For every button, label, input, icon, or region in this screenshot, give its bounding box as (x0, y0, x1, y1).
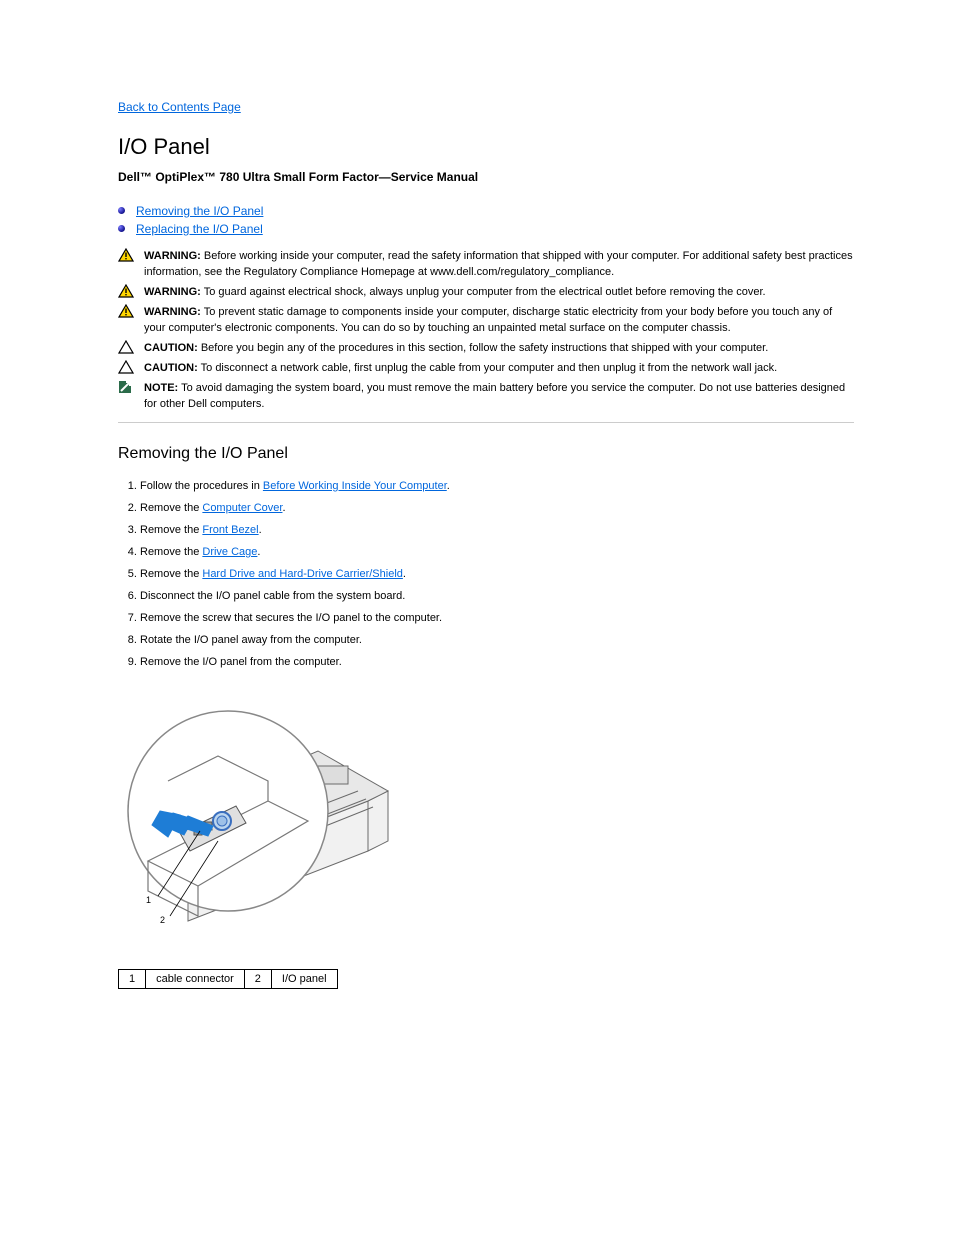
step-1-link[interactable]: Before Working Inside Your Computer (263, 480, 447, 492)
warning-1: WARNING: Before working inside your comp… (118, 248, 854, 280)
step-5-link[interactable]: Hard Drive and Hard-Drive Carrier/Shield (202, 568, 403, 580)
legend-1-text: cable connector (146, 970, 245, 989)
warning-icon (118, 304, 134, 318)
warning-3-text: To prevent static damage to components i… (144, 306, 832, 334)
step-2-link[interactable]: Computer Cover (202, 502, 282, 514)
warning-icon (118, 284, 134, 298)
legend-2-num: 2 (244, 970, 271, 989)
caution-icon (118, 360, 134, 374)
warning-1-label: WARNING: (144, 250, 201, 262)
toc-link-replacing[interactable]: Replacing the I/O Panel (136, 222, 263, 236)
section-removing-title: Removing the I/O Panel (118, 445, 854, 463)
caution-1-text: Before you begin any of the procedures i… (201, 342, 768, 354)
note-1: NOTE: To avoid damaging the system board… (118, 380, 854, 412)
page-title: I/O Panel (118, 134, 854, 160)
caution-2-label: CAUTION: (144, 362, 198, 374)
caution-icon (118, 340, 134, 354)
steps-list: Follow the procedures in Before Working … (118, 477, 854, 671)
warning-2-text: To guard against electrical shock, alway… (204, 286, 766, 298)
separator (118, 422, 854, 423)
warning-3-label: WARNING: (144, 306, 201, 318)
caution-1-label: CAUTION: (144, 342, 198, 354)
toc-list: Removing the I/O Panel Replacing the I/O… (118, 202, 854, 238)
note-1-label: NOTE: (144, 382, 178, 394)
step-6: Disconnect the I/O panel cable from the … (140, 587, 854, 605)
caution-1: CAUTION: Before you begin any of the pro… (118, 340, 854, 356)
warning-2: WARNING: To guard against electrical sho… (118, 284, 854, 300)
callout-2: 2 (160, 915, 165, 925)
callout-1: 1 (146, 895, 151, 905)
caution-2-text: To disconnect a network cable, first unp… (201, 362, 778, 374)
legend-1-num: 1 (119, 970, 146, 989)
step-2: Remove the Computer Cover. (140, 499, 854, 517)
warning-3: WARNING: To prevent static damage to com… (118, 304, 854, 336)
step-4: Remove the Drive Cage. (140, 543, 854, 561)
legend-2-text: I/O panel (271, 970, 337, 989)
caution-2: CAUTION: To disconnect a network cable, … (118, 360, 854, 376)
warning-icon (118, 248, 134, 262)
warning-2-label: WARNING: (144, 286, 201, 298)
step-1: Follow the procedures in Before Working … (140, 477, 854, 495)
warning-1-text: Before working inside your computer, rea… (144, 250, 853, 278)
step-9: Remove the I/O panel from the computer. (140, 653, 854, 671)
figure-legend: 1 cable connector 2 I/O panel (118, 969, 338, 989)
step-8: Rotate the I/O panel away from the compu… (140, 631, 854, 649)
page-subtitle: Dell™ OptiPlex™ 780 Ultra Small Form Fac… (118, 170, 854, 184)
back-link[interactable]: Back to Contents Page (118, 100, 854, 114)
figure-io-panel: 1 2 (118, 691, 854, 961)
step-3: Remove the Front Bezel. (140, 521, 854, 539)
step-7: Remove the screw that secures the I/O pa… (140, 609, 854, 627)
step-5: Remove the Hard Drive and Hard-Drive Car… (140, 565, 854, 583)
note-icon (118, 380, 134, 394)
note-1-text: To avoid damaging the system board, you … (144, 382, 845, 410)
toc-link-removing[interactable]: Removing the I/O Panel (136, 204, 263, 218)
step-3-link[interactable]: Front Bezel (202, 524, 258, 536)
step-4-link[interactable]: Drive Cage (202, 546, 257, 558)
